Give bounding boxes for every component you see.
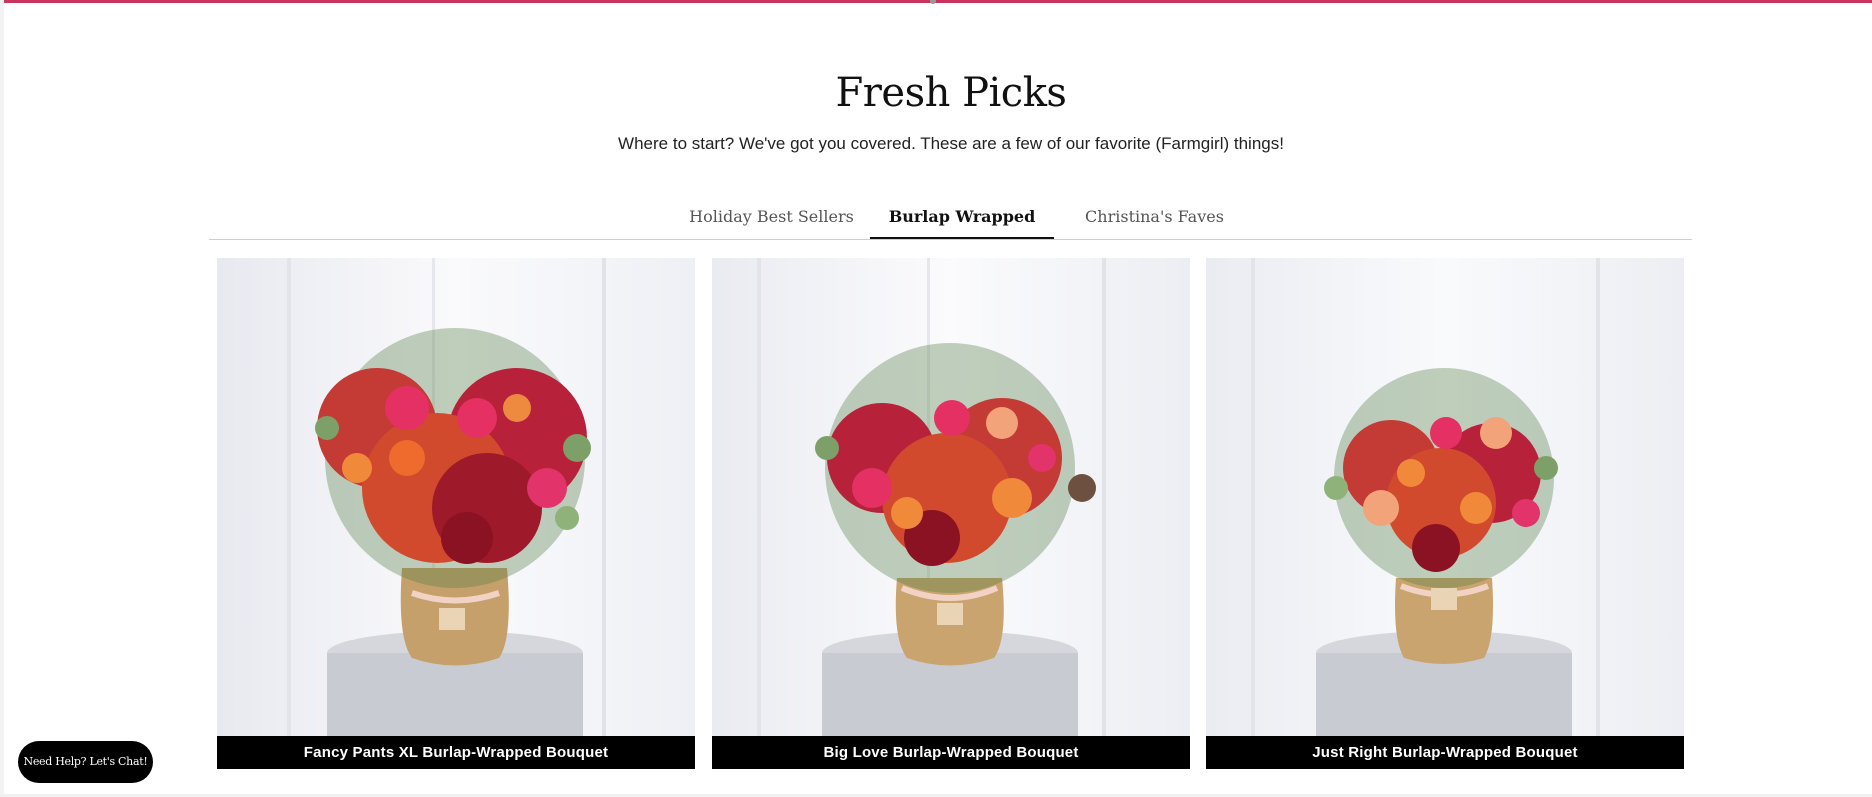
product-card[interactable]: Big Love Burlap-Wrapped Bouquet bbox=[712, 258, 1190, 769]
product-image[interactable] bbox=[712, 258, 1190, 736]
product-title[interactable]: Big Love Burlap-Wrapped Bouquet bbox=[712, 736, 1190, 769]
top-accent-bar bbox=[0, 0, 1872, 3]
section-subtitle: Where to start? We've got you covered. T… bbox=[618, 134, 1284, 153]
product-image[interactable] bbox=[217, 258, 695, 736]
section-title: Fresh Picks bbox=[835, 70, 1067, 116]
product-image[interactable] bbox=[1206, 258, 1684, 736]
tab-holiday-best-sellers[interactable]: Holiday Best Sellers bbox=[679, 200, 864, 238]
product-title[interactable]: Fancy Pants XL Burlap-Wrapped Bouquet bbox=[217, 736, 695, 769]
tab-burlap-wrapped[interactable]: Burlap Wrapped bbox=[870, 200, 1054, 239]
page-edge bbox=[0, 0, 4, 797]
product-title[interactable]: Just Right Burlap-Wrapped Bouquet bbox=[1206, 736, 1684, 769]
tab-christinas-faves[interactable]: Christina's Faves bbox=[1060, 200, 1249, 238]
chevron-down-icon[interactable] bbox=[930, 0, 936, 4]
tab-bar: Holiday Best Sellers Burlap Wrapped Chri… bbox=[209, 200, 1692, 240]
product-card[interactable]: Fancy Pants XL Burlap-Wrapped Bouquet bbox=[217, 258, 695, 769]
chat-button[interactable]: Need Help? Let's Chat! bbox=[18, 741, 153, 783]
product-card[interactable]: Just Right Burlap-Wrapped Bouquet bbox=[1206, 258, 1684, 769]
